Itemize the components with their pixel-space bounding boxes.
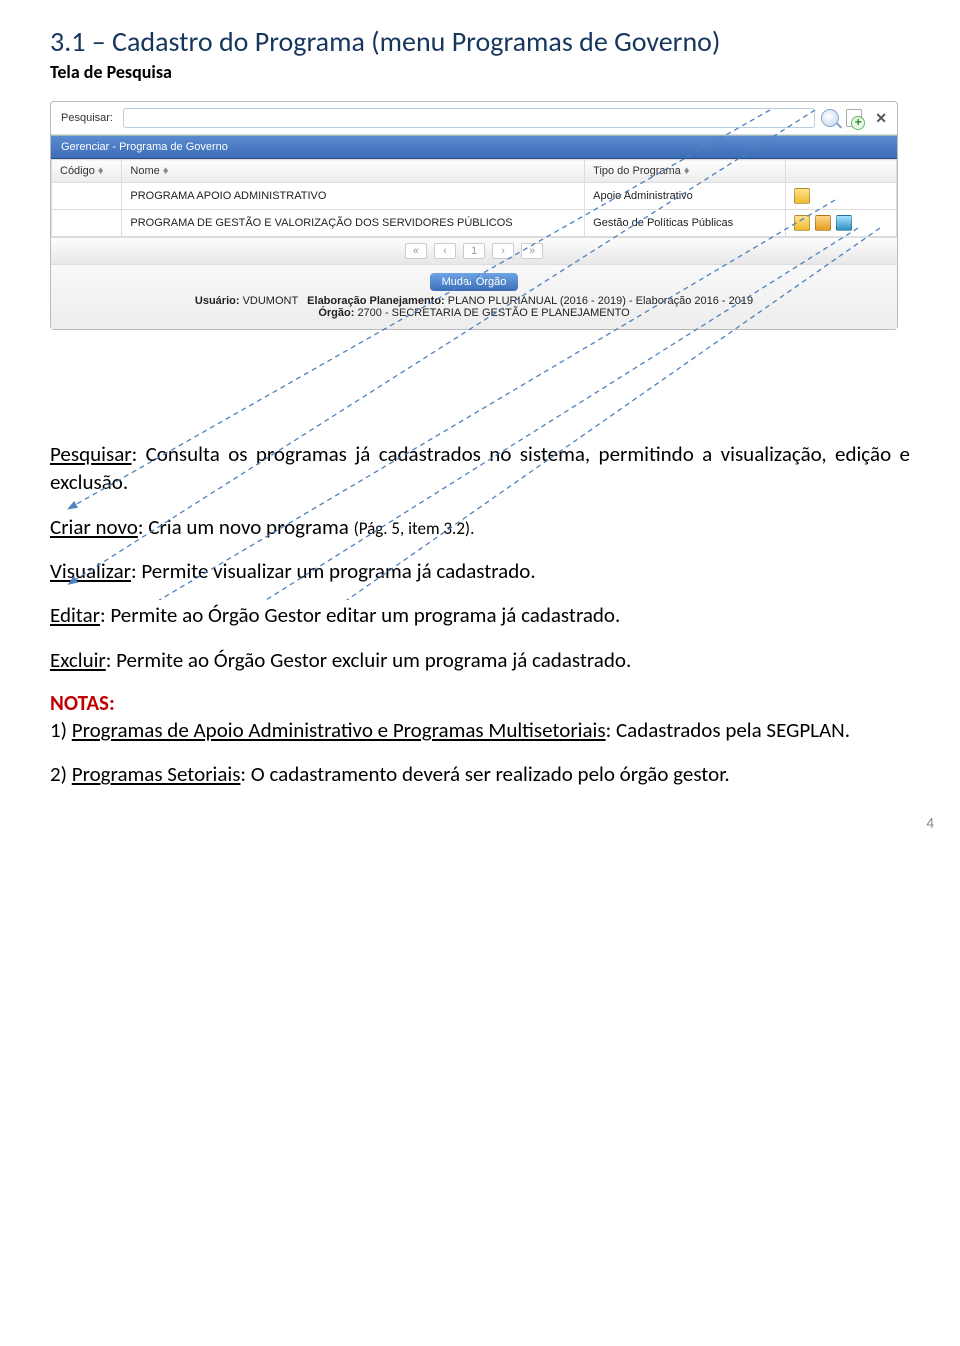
col-header-tipo[interactable]: Tipo do Programa ♦ (585, 160, 786, 183)
pager-prev[interactable]: ‹ (434, 243, 456, 259)
nota-1: 1) Programas de Apoio Administrativo e P… (50, 716, 910, 744)
page-number: 4 (926, 815, 934, 833)
close-icon[interactable]: ✕ (875, 110, 887, 127)
search-label: Pesquisar: (61, 112, 113, 124)
pager: « ‹ 1 › » (51, 237, 897, 264)
table-header-row: Código ♦ Nome ♦ Tipo do Programa ♦ (52, 160, 897, 183)
app-screenshot: Pesquisar: ✕ Gerenciar - Programa de Gov… (50, 101, 898, 330)
pager-last[interactable]: » (521, 243, 543, 259)
cell-nome: PROGRAMA DE GESTÃO E VALORIZAÇÃO DOS SER… (122, 210, 585, 237)
nota-2: 2) Programas Setoriais: O cadastramento … (50, 760, 910, 788)
desc-criar-novo: Criar novo: Cria um novo programa (Pág. … (50, 513, 910, 541)
desc-pesquisar: Pesquisar: Consulta os programas já cada… (50, 440, 910, 497)
cell-codigo (52, 183, 122, 210)
new-record-icon[interactable] (845, 109, 863, 127)
col-header-nome[interactable]: Nome ♦ (122, 160, 585, 183)
cell-actions (786, 183, 897, 210)
col-header-actions (786, 160, 897, 183)
search-input[interactable] (123, 108, 815, 128)
col-header-codigo[interactable]: Código ♦ (52, 160, 122, 183)
cell-tipo: Gestão de Políticas Públicas (585, 210, 786, 237)
view-icon[interactable] (794, 215, 810, 231)
footer-line-1: Usuário: VDUMONT Elaboração Planejamento… (51, 295, 897, 307)
desc-excluir: Excluir: Permite ao Órgão Gestor excluir… (50, 646, 910, 674)
panel-title: Gerenciar - Programa de Governo (51, 135, 897, 159)
section-subtitle: Tela de Pesquisa (50, 61, 910, 83)
pager-next[interactable]: › (492, 243, 514, 259)
cell-actions (786, 210, 897, 237)
programs-table: Código ♦ Nome ♦ Tipo do Programa ♦ PROGR… (51, 159, 897, 237)
cell-tipo: Apoio Administrativo (585, 183, 786, 210)
pager-first[interactable]: « (405, 243, 427, 259)
cell-nome: PROGRAMA APOIO ADMINISTRATIVO (122, 183, 585, 210)
search-icon[interactable] (821, 109, 839, 127)
delete-icon[interactable] (836, 215, 852, 231)
footer-panel: Mudar Órgão Usuário: VDUMONT Elaboração … (51, 264, 897, 329)
pager-page[interactable]: 1 (463, 243, 485, 259)
edit-icon[interactable] (815, 215, 831, 231)
section-title: 3.1 – Cadastro do Programa (menu Program… (50, 24, 910, 59)
table-row: PROGRAMA DE GESTÃO E VALORIZAÇÃO DOS SER… (52, 210, 897, 237)
desc-visualizar: Visualizar: Permite visualizar um progra… (50, 557, 910, 585)
table-row: PROGRAMA APOIO ADMINISTRATIVO Apoio Admi… (52, 183, 897, 210)
notas-heading: NOTAS: (50, 690, 910, 716)
change-org-button[interactable]: Mudar Órgão (430, 273, 519, 291)
view-icon[interactable] (794, 188, 810, 204)
footer-line-2: Órgão: 2700 - SECRETARIA DE GESTÃO E PLA… (51, 307, 897, 319)
search-bar: Pesquisar: ✕ (51, 102, 897, 135)
desc-editar: Editar: Permite ao Órgão Gestor editar u… (50, 601, 910, 629)
cell-codigo (52, 210, 122, 237)
